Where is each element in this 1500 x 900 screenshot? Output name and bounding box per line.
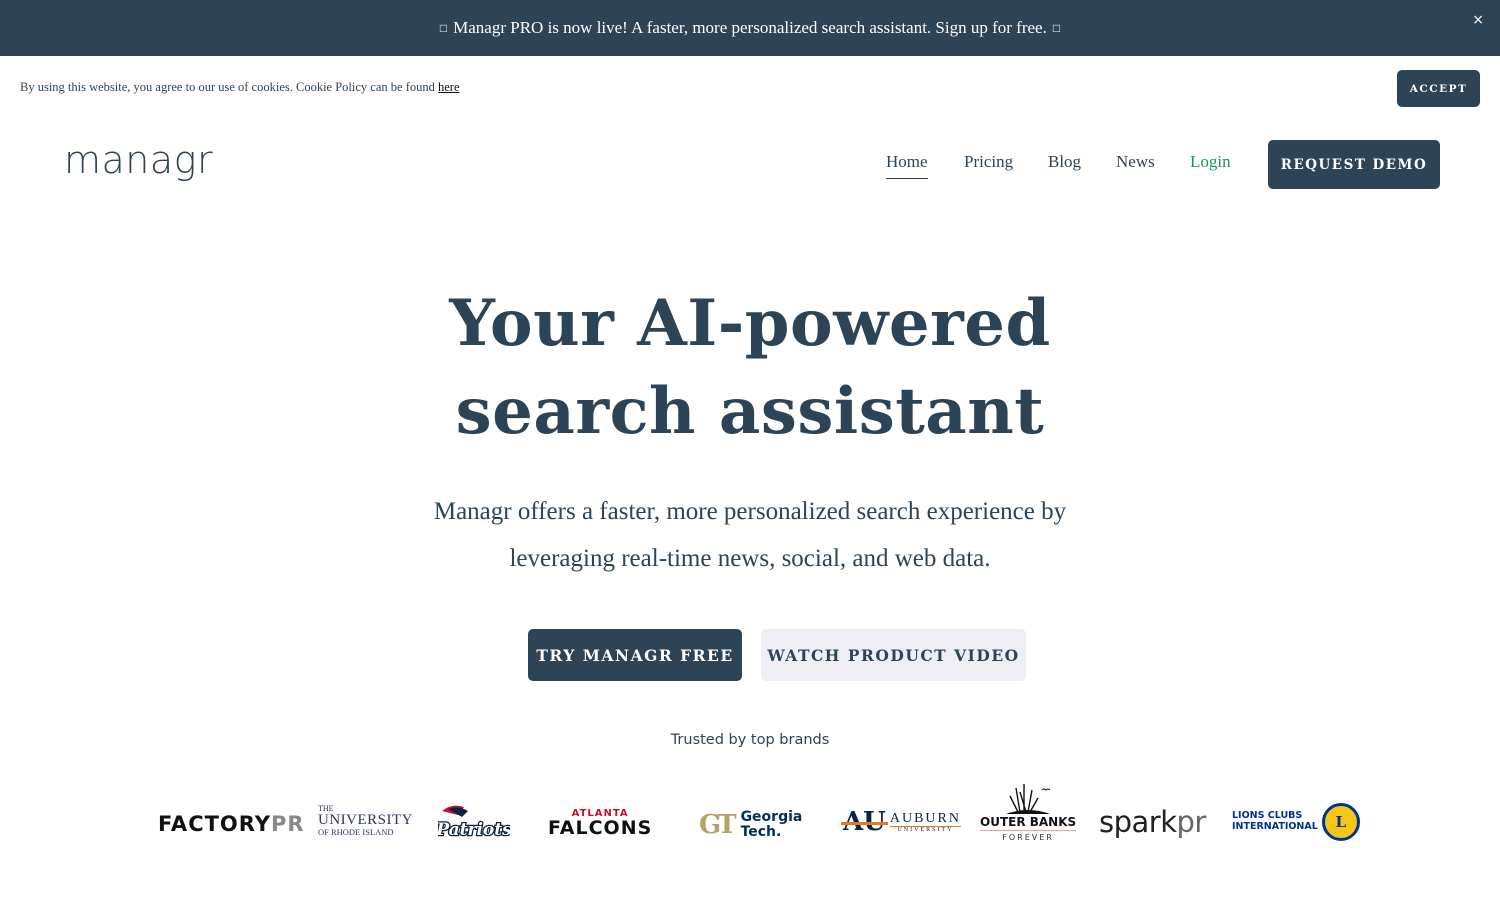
outer-banks-line-1: OUTER BANKS bbox=[980, 815, 1077, 831]
hero-title-line-2: search assistant bbox=[455, 374, 1045, 449]
auburn-logo: AU AUBURN UNIVERSITY bbox=[841, 807, 961, 837]
patriots-emblem-icon: Patriots bbox=[438, 805, 510, 841]
announcement-prefix-icon: □ bbox=[439, 20, 448, 35]
sparkpr-logo-text-a: spark bbox=[1099, 805, 1177, 839]
factorypr-logo-text-b: PR bbox=[271, 812, 305, 836]
georgia-tech-mark: GT bbox=[699, 810, 737, 840]
factorypr-logo: FACTORY PR bbox=[158, 812, 305, 836]
auburn-mark: AU bbox=[841, 807, 888, 837]
hero-subtitle-line-2: leveraging real-time news, social, and w… bbox=[509, 545, 991, 572]
georgia-tech-line-2: Tech. bbox=[740, 824, 782, 840]
announcement-text[interactable]: Managr PRO is now live! A faster, more p… bbox=[453, 18, 1047, 38]
sparkpr-logo-text-b: pr bbox=[1176, 805, 1207, 839]
hero-title: Your AI-powered search assistant bbox=[0, 280, 1500, 456]
georgia-tech-text: Georgia Tech. bbox=[741, 810, 803, 839]
trusted-by-heading: Trusted by top brands bbox=[670, 732, 830, 748]
falcons-logo: ATLANTA FALCONS bbox=[548, 809, 652, 838]
nav-blog[interactable]: Blog bbox=[1048, 152, 1081, 172]
cookie-text: By using this website, you agree to our … bbox=[20, 80, 438, 94]
watch-product-video-button[interactable]: WATCH PRODUCT VIDEO bbox=[761, 629, 1026, 681]
lions-clubs-text: LIONS CLUBS INTERNATIONAL bbox=[1232, 810, 1318, 833]
nav-news[interactable]: News bbox=[1116, 152, 1155, 172]
falcons-logo-line-2: FALCONS bbox=[548, 817, 653, 839]
request-demo-button[interactable]: REQUEST DEMO bbox=[1268, 140, 1440, 189]
nav-pricing[interactable]: Pricing bbox=[964, 152, 1013, 172]
georgia-tech-logo: GT Georgia Tech. bbox=[699, 810, 802, 840]
lions-clubs-line-2: INTERNATIONAL bbox=[1232, 821, 1318, 832]
hero-title-line-1: Your AI-powered bbox=[449, 286, 1051, 361]
auburn-text: AUBURN UNIVERSITY bbox=[889, 810, 961, 834]
close-icon[interactable]: × bbox=[1472, 12, 1484, 28]
uri-logo: THE UNIVERSITY OF RHODE ISLAND bbox=[318, 805, 413, 837]
outer-banks-logo: OUTER BANKS FOREVER bbox=[980, 782, 1077, 842]
lions-emblem-icon: L bbox=[1321, 803, 1360, 841]
announcement-banner[interactable]: □ Managr PRO is now live! A faster, more… bbox=[0, 0, 1500, 56]
outer-banks-line-2: FOREVER bbox=[1002, 833, 1054, 842]
cookie-policy-link[interactable]: here bbox=[438, 80, 460, 94]
uri-logo-line-3: OF RHODE ISLAND bbox=[318, 827, 394, 837]
cookie-notice: By using this website, you agree to our … bbox=[20, 80, 460, 95]
hero-subtitle: Managr offers a faster, more personalize… bbox=[0, 488, 1500, 582]
patriots-logo-text: Patriots bbox=[438, 820, 510, 840]
uri-logo-line-2: UNIVERSITY bbox=[318, 812, 413, 828]
accept-cookies-button[interactable]: ACCEPT bbox=[1397, 70, 1480, 107]
sparkpr-logo: spark pr bbox=[1099, 805, 1206, 839]
patriots-logo: Patriots bbox=[438, 803, 510, 843]
nav-home[interactable]: Home bbox=[886, 152, 928, 179]
announcement-suffix-icon: □ bbox=[1052, 20, 1061, 35]
nav-login[interactable]: Login bbox=[1190, 152, 1231, 172]
auburn-line-1: AUBURN bbox=[889, 810, 961, 827]
hero-subtitle-line-1: Managr offers a faster, more personalize… bbox=[433, 498, 1067, 525]
georgia-tech-line-1: Georgia bbox=[740, 809, 803, 826]
lions-clubs-logo: LIONS CLUBS INTERNATIONAL L bbox=[1232, 803, 1360, 841]
managr-logo[interactable]: managr bbox=[64, 138, 213, 182]
auburn-line-2: UNIVERSITY bbox=[897, 826, 954, 833]
try-managr-free-button[interactable]: TRY MANAGR FREE bbox=[528, 629, 742, 681]
factorypr-logo-text-a: FACTORY bbox=[158, 812, 272, 836]
dune-grass-icon bbox=[1006, 784, 1051, 814]
